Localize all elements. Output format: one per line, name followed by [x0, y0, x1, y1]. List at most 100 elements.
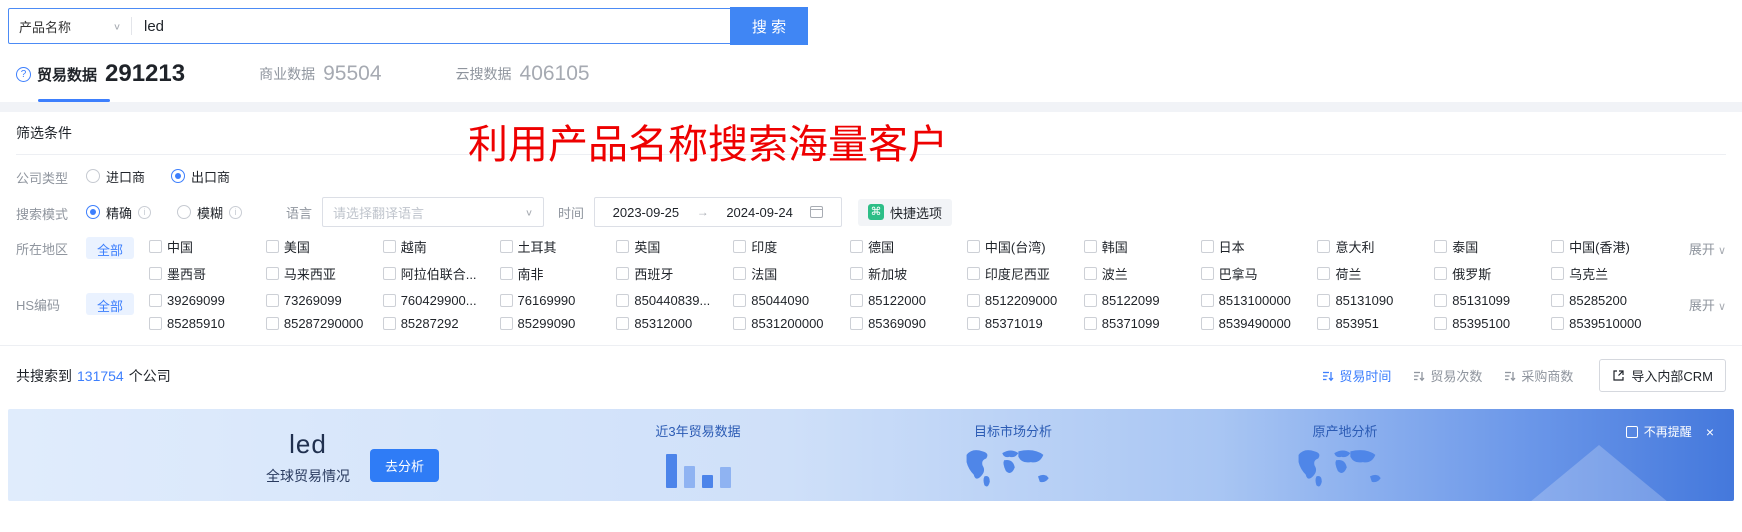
region-checkbox[interactable]: 美国 [265, 237, 383, 256]
info-icon: i [229, 205, 243, 219]
hs-code-checkbox[interactable]: 85371019 [966, 316, 1084, 331]
checkbox-label: 阿拉伯联合... [400, 267, 477, 282]
quick-options-button[interactable]: ⌘ 快捷选项 [858, 198, 953, 226]
dismiss-checkbox[interactable] [1625, 425, 1638, 438]
region-checkbox[interactable]: 荷兰 [1317, 264, 1434, 283]
hs-code-checkbox[interactable]: 85122099 [1083, 293, 1201, 308]
region-checkbox[interactable]: 印度尼西亚 [966, 264, 1084, 283]
search-button[interactable]: 搜 索 [730, 7, 808, 45]
search-mode-radio[interactable]: 精确 i [86, 203, 152, 222]
checkbox-icon [499, 317, 513, 330]
hs-code-checkbox[interactable]: 853951 [1317, 316, 1434, 331]
tab-count: 406105 [519, 62, 590, 85]
hs-code-checkbox[interactable]: 85312000 [616, 316, 733, 331]
region-checkbox[interactable]: 巴拿马 [1200, 264, 1318, 283]
region-checkbox[interactable]: 中国 [149, 237, 266, 256]
radio-icon [86, 169, 100, 183]
region-checkbox[interactable]: 马来西亚 [265, 264, 383, 283]
hs-code-checkbox[interactable]: 85044090 [733, 293, 850, 308]
world-map-icon [1298, 450, 1381, 487]
hs-code-checkbox[interactable]: 85369090 [850, 316, 967, 331]
search-input[interactable] [132, 9, 730, 43]
product-name-selector[interactable]: 产品名称 ∨ [9, 9, 131, 43]
region-checkbox[interactable]: 乌克兰 [1551, 264, 1668, 283]
checkbox-label: 85285200 [1569, 293, 1627, 308]
hs-code-checkbox[interactable]: 85395100 [1434, 316, 1551, 331]
hs-all-button[interactable]: 全部 [86, 293, 135, 315]
region-checkbox[interactable]: 印度 [733, 237, 850, 256]
region-checkbox[interactable]: 西班牙 [616, 264, 733, 283]
banner-keyword: led [289, 429, 327, 459]
date-range-picker[interactable]: 2023-09-25 → 2024-09-24 [594, 197, 843, 227]
hs-code-checkbox[interactable]: 85371099 [1083, 316, 1201, 331]
region-checkbox[interactable]: 德国 [850, 237, 967, 256]
hs-code-checkbox[interactable]: 85299090 [499, 316, 617, 331]
region-checkbox[interactable]: 意大利 [1317, 237, 1434, 256]
analyze-button[interactable]: 去分析 [370, 449, 440, 482]
hs-code-checkbox[interactable]: 76169990 [499, 293, 617, 308]
region-checkbox[interactable]: 新加坡 [850, 264, 967, 283]
hs-code-checkbox[interactable]: 85122000 [850, 293, 967, 308]
region-checkbox[interactable]: 英国 [616, 237, 733, 256]
region-checkbox[interactable]: 泰国 [1434, 237, 1551, 256]
region-all-button[interactable]: 全部 [86, 237, 135, 259]
region-checkbox[interactable]: 法国 [733, 264, 850, 283]
sort-option[interactable]: 贸易时间 [1322, 366, 1391, 385]
region-checkbox[interactable]: 土耳其 [499, 237, 617, 256]
region-checkbox[interactable]: 韩国 [1083, 237, 1201, 256]
hs-code-checkbox[interactable]: 85285200 [1551, 293, 1668, 308]
region-checkbox[interactable]: 俄罗斯 [1434, 264, 1551, 283]
data-tab[interactable]: ? 商业数据 95504 [259, 56, 385, 102]
region-checkbox[interactable]: 墨西哥 [149, 264, 266, 283]
import-crm-button[interactable]: 导入内部CRM [1599, 359, 1726, 392]
data-tab[interactable]: ? 贸易数据 291213 [16, 56, 189, 102]
hs-code-checkbox[interactable]: 39269099 [149, 293, 266, 308]
region-checkbox[interactable]: 波兰 [1083, 264, 1201, 283]
hs-expand-button[interactable]: 展开 ∨ [1668, 293, 1726, 314]
hs-code-checkbox[interactable]: 85287290000 [265, 316, 383, 331]
hs-code-checkbox[interactable]: 760429900... [382, 293, 500, 308]
company-type-radio[interactable]: 出口商 [171, 167, 230, 186]
hs-code-checkbox[interactable]: 850440839... [616, 293, 733, 308]
hs-code-checkbox[interactable]: 8531200000 [733, 316, 850, 331]
tab-count: 291213 [105, 60, 186, 87]
region-checkbox[interactable]: 中国(香港) [1551, 237, 1668, 256]
hs-code-checkbox[interactable]: 85285910 [149, 316, 266, 331]
radio-icon [171, 169, 186, 183]
banner-subtitle: 全球贸易情况 [266, 468, 350, 484]
search-mode-radio[interactable]: 模糊 i [177, 203, 243, 222]
language-select[interactable]: 请选择翻译语言 ∨ [322, 197, 545, 227]
company-type-radio[interactable]: 进口商 [86, 167, 145, 186]
close-icon[interactable]: × [1706, 424, 1714, 440]
hs-code-checkbox[interactable]: 8539490000 [1200, 316, 1318, 331]
hs-code-checkbox[interactable]: 8513100000 [1200, 293, 1318, 308]
hs-code-checkbox[interactable]: 85287292 [382, 316, 500, 331]
checkbox-icon [149, 294, 163, 307]
sort-option[interactable]: 贸易次数 [1413, 366, 1482, 385]
target-market-block[interactable]: 目标市场分析 [928, 421, 1098, 499]
hs-code-checkbox[interactable]: 85131090 [1317, 293, 1434, 308]
hs-code-checkbox[interactable]: 73269099 [265, 293, 383, 308]
data-tab[interactable]: ? 云搜数据 406105 [456, 56, 594, 102]
checkbox-icon [149, 267, 163, 280]
tab-label: 商业数据 [259, 66, 316, 82]
region-checkbox[interactable]: 日本 [1200, 237, 1318, 256]
region-expand-button[interactable]: 展开 ∨ [1668, 237, 1726, 258]
origin-analysis-block[interactable]: 原产地分析 [1270, 421, 1420, 499]
checkbox-icon [1317, 240, 1331, 253]
trade-data-block[interactable]: 近3年贸易数据 [618, 421, 778, 488]
checkbox-icon [966, 267, 980, 280]
checkbox-icon [1317, 267, 1331, 280]
results-suffix: 个公司 [128, 367, 171, 384]
search-mode-options: 精确 i 模糊 i [86, 203, 286, 222]
hs-code-checkbox[interactable]: 85131099 [1434, 293, 1551, 308]
checkbox-label: 意大利 [1335, 240, 1375, 255]
region-checkbox[interactable]: 南非 [499, 264, 617, 283]
sort-option[interactable]: 采购商数 [1504, 366, 1573, 385]
hs-checkbox-grid: 39269099 73269099 760429900... 76169990 … [149, 293, 1668, 331]
region-checkbox[interactable]: 中国(台湾) [966, 237, 1084, 256]
region-checkbox[interactable]: 阿拉伯联合... [382, 264, 500, 283]
hs-code-checkbox[interactable]: 8539510000 [1551, 316, 1668, 331]
region-checkbox[interactable]: 越南 [382, 237, 500, 256]
hs-code-checkbox[interactable]: 8512209000 [966, 293, 1084, 308]
